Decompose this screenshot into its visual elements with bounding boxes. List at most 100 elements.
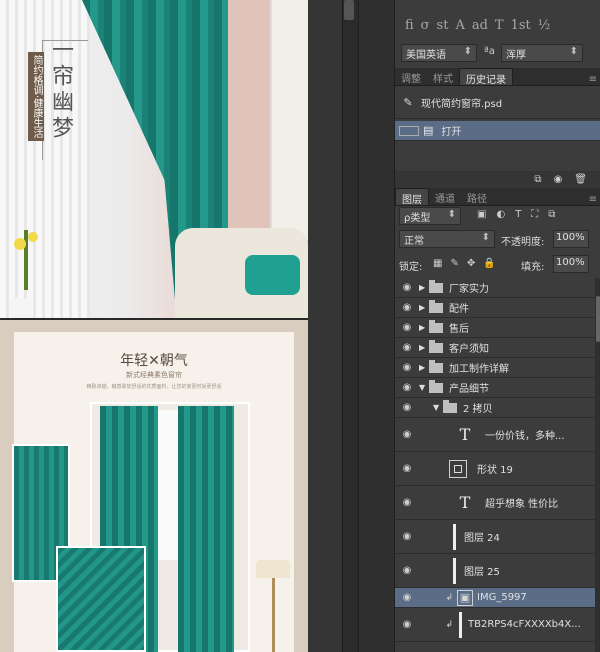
folder-icon bbox=[429, 279, 443, 293]
folder-icon bbox=[429, 359, 443, 373]
scrollbar-thumb[interactable] bbox=[344, 0, 354, 20]
trash-icon[interactable]: 🗑 bbox=[574, 174, 587, 185]
glyph-sigma[interactable]: σ bbox=[421, 18, 430, 33]
shape-filter-icon[interactable]: ⛶ bbox=[531, 209, 538, 220]
layer-row-tb2rps[interactable]: ◉ ↲ TB2RPS4cFXXXXb4X... bbox=[395, 608, 600, 642]
layer-row-text-price[interactable]: ◉ T 一份价钱，多种... bbox=[395, 418, 600, 452]
tab-adjustments[interactable]: 调整 bbox=[395, 68, 427, 85]
eye-icon[interactable]: ◉ bbox=[395, 429, 419, 440]
tab-history[interactable]: 历史记录 bbox=[459, 68, 513, 86]
glyph-ad[interactable]: ad bbox=[472, 18, 488, 33]
image-filter-icon[interactable]: ▣ bbox=[477, 209, 486, 220]
fill-label: 填充: bbox=[521, 262, 545, 273]
document-name: 现代简约窗帘.psd bbox=[421, 99, 503, 110]
layer-row-text-value[interactable]: ◉ T 超乎想象 性价比 bbox=[395, 486, 600, 520]
glyph-t[interactable]: T bbox=[495, 18, 504, 33]
lock-icons: ▦ ✎ ✥ 🔒 bbox=[433, 258, 496, 269]
history-item-open[interactable]: ▤ 打开 bbox=[395, 121, 600, 141]
expand-arrow[interactable]: ▶ bbox=[419, 323, 429, 332]
panel-menu-icon[interactable]: ≡ bbox=[589, 74, 600, 85]
lock-brush-icon[interactable]: ✎ bbox=[450, 258, 458, 269]
antialias-select[interactable]: 浑厚 ⬍ bbox=[501, 44, 583, 62]
layer-row-after-sales[interactable]: ◉ ▶ 售后 bbox=[395, 318, 600, 338]
tab-layers[interactable]: 图层 bbox=[395, 188, 429, 206]
opacity-value: 100% bbox=[556, 232, 585, 243]
eye-icon[interactable]: ◉ bbox=[395, 531, 419, 542]
smart-filter-icon[interactable]: ⧉ bbox=[548, 209, 555, 220]
layers-menu-icon[interactable]: ≡ bbox=[589, 194, 600, 205]
language-value: 美国英语 bbox=[406, 50, 446, 61]
layers-tabbar: 图层 通道 路径 ≡ bbox=[395, 188, 600, 206]
glyph-1st[interactable]: 1st bbox=[511, 18, 531, 33]
eye-icon[interactable]: ◉ bbox=[395, 362, 419, 373]
language-select[interactable]: 美国英语 ⬍ bbox=[401, 44, 477, 62]
history-footer: ⧉ ◉ 🗑 bbox=[395, 171, 600, 188]
new-document-icon[interactable]: ⧉ bbox=[534, 174, 541, 185]
layer-name: 2 拷贝 bbox=[463, 404, 493, 415]
type-layer-icon: T bbox=[459, 425, 471, 444]
lock-transparent-icon[interactable]: ▦ bbox=[433, 258, 442, 269]
expand-arrow[interactable]: ▶ bbox=[419, 343, 429, 352]
expand-arrow[interactable]: ▶ bbox=[419, 303, 429, 312]
open-folder-icon bbox=[429, 379, 443, 393]
tab-channels[interactable]: 通道 bbox=[429, 188, 461, 205]
eye-icon[interactable]: ◉ bbox=[395, 402, 419, 413]
eye-icon[interactable]: ◉ bbox=[395, 382, 419, 393]
layer-row-factory[interactable]: ◉ ▶ 厂家实力 bbox=[395, 278, 600, 298]
adjustment-filter-icon[interactable]: ◐ bbox=[496, 209, 505, 220]
layer-row-shape-19[interactable]: ◉ 形状 19 bbox=[395, 452, 600, 486]
curtain-photo-top: 一帘幽梦 简约格调·健康生活 bbox=[0, 0, 308, 318]
eye-icon[interactable]: ◉ bbox=[395, 497, 419, 508]
layer-row-product-details[interactable]: ◉ ▼ 产品细节 bbox=[395, 378, 600, 398]
eye-icon[interactable]: ◉ bbox=[395, 592, 419, 603]
eye-icon[interactable]: ◉ bbox=[395, 322, 419, 333]
snapshot-checkbox[interactable] bbox=[399, 125, 419, 136]
blend-mode-select[interactable]: 正常 ⬍ bbox=[399, 230, 495, 248]
tab-paths[interactable]: 路径 bbox=[461, 188, 493, 205]
collapsed-panel-column bbox=[358, 0, 394, 652]
layer-name: 超乎想象 性价比 bbox=[485, 499, 559, 510]
layer-thumbnail bbox=[459, 611, 462, 638]
eye-icon[interactable]: ◉ bbox=[395, 463, 419, 474]
layer-row-layer-25[interactable]: ◉ 图层 25 bbox=[395, 554, 600, 588]
opacity-input[interactable]: 100% bbox=[553, 230, 589, 248]
document-icon: ▤ bbox=[423, 124, 434, 137]
eye-icon[interactable]: ◉ bbox=[395, 342, 419, 353]
layer-row-customer-notice[interactable]: ◉ ▶ 客户须知 bbox=[395, 338, 600, 358]
glyph-half[interactable]: ½ bbox=[538, 18, 551, 33]
layer-list: ◉ ▶ 厂家实力 ◉ ▶ 配件 ◉ ▶ 售后 ◉ ▶ 客户须知 ◉ ▶ 加工制作详解 ◉ ▼ 产品细节 … bbox=[395, 278, 600, 652]
eye-icon[interactable]: ◉ bbox=[395, 565, 419, 576]
glyph-a[interactable]: A bbox=[455, 18, 464, 33]
expand-arrow[interactable]: ▶ bbox=[419, 363, 429, 372]
layer-row-processing[interactable]: ◉ ▶ 加工制作详解 bbox=[395, 358, 600, 378]
camera-icon[interactable]: ◉ bbox=[554, 174, 563, 185]
eye-icon[interactable]: ◉ bbox=[395, 282, 419, 293]
layer-row-img-5997[interactable]: ◉ ↲ ▣ IMG_5997 bbox=[395, 588, 600, 608]
eye-icon[interactable]: ◉ bbox=[395, 619, 419, 630]
layer-filter-select[interactable]: ρ类型 ⬍ bbox=[399, 207, 461, 225]
layer-name: 配件 bbox=[449, 304, 469, 315]
opacity-label: 不透明度: bbox=[501, 237, 545, 248]
history-snapshot[interactable]: ✎ 现代简约窗帘.psd bbox=[395, 87, 600, 119]
glyph-st[interactable]: st bbox=[437, 18, 449, 33]
folder-icon bbox=[429, 319, 443, 333]
tab-styles[interactable]: 样式 bbox=[427, 68, 459, 85]
expand-arrow[interactable]: ▶ bbox=[419, 283, 429, 292]
layer-filter-icons: ▣ ◐ T ⛶ ⧉ bbox=[477, 209, 555, 220]
character-glyph-row: fi σ st A ad T 1st ½ bbox=[395, 14, 600, 36]
fill-input[interactable]: 100% bbox=[553, 255, 589, 273]
document-canvas[interactable]: 一帘幽梦 简约格调·健康生活 年轻✕朝气 新式经典素色窗帘 精致卓越，触感柔软舒… bbox=[0, 0, 308, 652]
glyph-fi[interactable]: fi bbox=[405, 18, 414, 33]
eye-icon[interactable]: ◉ bbox=[395, 302, 419, 313]
type-filter-icon[interactable]: T bbox=[515, 209, 521, 220]
vertical-scrollbar[interactable] bbox=[342, 0, 358, 652]
layers-scroll-thumb[interactable] bbox=[596, 296, 600, 342]
layer-row-copy-2[interactable]: ◉ ▼ 2 拷贝 bbox=[395, 398, 600, 418]
layer-row-layer-24[interactable]: ◉ 图层 24 bbox=[395, 520, 600, 554]
lock-move-icon[interactable]: ✥ bbox=[467, 258, 475, 269]
collapse-arrow[interactable]: ▼ bbox=[419, 383, 429, 392]
lock-all-icon[interactable]: 🔒 bbox=[483, 258, 495, 269]
layer-row-accessories[interactable]: ◉ ▶ 配件 bbox=[395, 298, 600, 318]
collapse-arrow[interactable]: ▼ bbox=[433, 403, 443, 412]
layer-name: TB2RPS4cFXXXXb4X... bbox=[468, 619, 581, 630]
